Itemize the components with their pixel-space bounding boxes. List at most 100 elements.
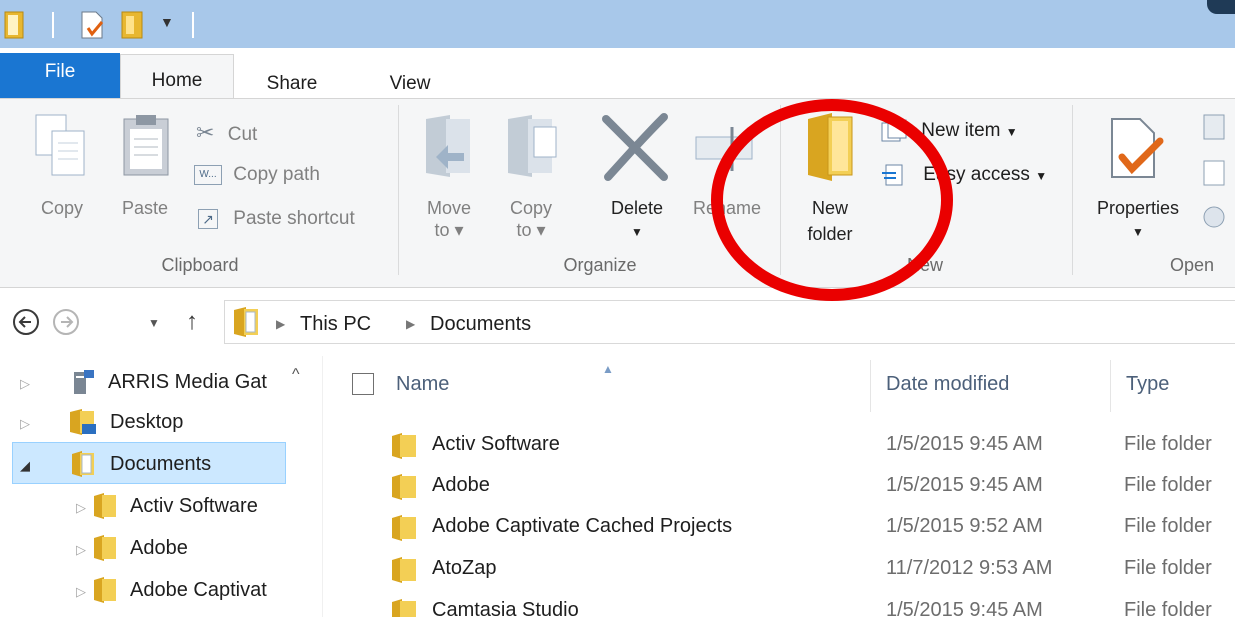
file-name: Adobe Captivate Cached Projects [432, 515, 733, 537]
properties-button[interactable]: Properties ▼ [1078, 109, 1198, 239]
file-type: File folder [1124, 515, 1212, 537]
group-separator [398, 105, 399, 275]
back-icon[interactable] [12, 308, 40, 336]
move-to-button[interactable]: Move to ▾ [414, 109, 484, 240]
documents-location-icon [234, 307, 258, 337]
tab-home[interactable]: Home [120, 54, 234, 100]
cut-label: Cut [227, 124, 258, 145]
paste-button[interactable]: Paste [110, 109, 180, 218]
pane-divider [322, 356, 323, 617]
folder-icon [94, 577, 116, 603]
column-header-name[interactable]: Name [396, 372, 449, 396]
cut-button[interactable]: ✂ Cut [196, 121, 257, 147]
file-type: File folder [1124, 599, 1212, 617]
nav-label: Documents [110, 453, 212, 475]
new-item-label: New item [921, 120, 1001, 142]
open-icons [1203, 114, 1225, 228]
copy-path-label: Copy path [233, 164, 320, 185]
file-type: File folder [1124, 433, 1212, 455]
nav-label: Adobe Captivat [130, 579, 267, 601]
file-date: 11/7/2012 9:53 AM [886, 557, 1053, 579]
properties-quick-icon[interactable] [80, 10, 106, 40]
select-all-checkbox[interactable] [352, 373, 374, 395]
nav-label: Activ Software [130, 495, 258, 517]
tab-view[interactable]: View [370, 58, 450, 98]
file-date: 1/5/2015 9:45 AM [886, 599, 1043, 617]
group-label-organize: Organize [563, 255, 637, 275]
file-row[interactable]: AtoZap 11/7/2012 9:53 AM File folder [388, 552, 1235, 592]
copy-path-icon: W... [194, 164, 222, 185]
properties-icon [1111, 118, 1164, 178]
copy-to-icon [508, 115, 557, 177]
move-to-label-2: to ▾ [434, 220, 464, 240]
breadcrumb-separator-icon: ▶ [406, 317, 416, 331]
file-row[interactable]: Adobe Captivate Cached Projects 1/5/2015… [388, 510, 1235, 550]
expand-arrow-icon[interactable]: ▷ [76, 574, 86, 610]
chevron-down-icon: ▼ [1035, 169, 1048, 184]
explorer-folder-icon[interactable] [4, 10, 26, 40]
file-name: Camtasia Studio [432, 599, 579, 617]
folder-icon [392, 557, 416, 583]
expand-arrow-icon[interactable]: ▷ [76, 490, 86, 526]
breadcrumb-documents[interactable]: Documents [430, 312, 531, 336]
nav-label: Adobe [130, 537, 188, 559]
file-type: File folder [1124, 557, 1212, 579]
collapse-arrow-icon[interactable]: ◢ [20, 448, 30, 484]
column-header-type[interactable]: Type [1126, 372, 1169, 396]
separator [192, 12, 194, 38]
delete-button[interactable]: Delete ▼ [592, 109, 682, 239]
quick-access-toolbar: ▼ [0, 0, 1235, 48]
address-bar[interactable] [224, 300, 1235, 344]
breadcrumb-this-pc[interactable]: This PC [300, 312, 371, 336]
recent-locations-icon[interactable]: ▼ [148, 316, 160, 330]
highlight-circle [711, 99, 953, 301]
move-to-icon [426, 115, 470, 177]
desktop-folder-icon [70, 409, 96, 435]
open-small-icons[interactable] [1200, 111, 1230, 231]
documents-icon [72, 451, 94, 477]
expand-arrow-icon[interactable]: ▷ [20, 366, 30, 402]
file-name: Adobe [432, 474, 490, 496]
nav-label: ARRIS Media Gat [108, 371, 267, 393]
customize-dropdown-icon[interactable]: ▼ [160, 14, 174, 30]
clipboard-icon [123, 115, 169, 176]
file-row[interactable]: Activ Software 1/5/2015 9:45 AM File fol… [388, 428, 1235, 468]
expand-arrow-icon[interactable]: ▷ [20, 406, 30, 442]
separator [52, 12, 54, 38]
tab-file[interactable]: File [0, 53, 120, 98]
shortcut-icon: ↗ [198, 208, 218, 229]
folder-icon [392, 474, 416, 500]
file-name: Activ Software [432, 433, 560, 455]
up-arrow-icon[interactable]: ↑ [186, 308, 198, 336]
window-corner [1207, 0, 1235, 14]
ribbon-tab-row: File Home Share View [0, 48, 1235, 100]
new-folder-quick-icon[interactable] [120, 10, 146, 40]
ribbon: Copy Paste ✂ Cut W... Copy path ↗ Paste … [0, 98, 1235, 288]
paste-shortcut-button[interactable]: ↗ Paste shortcut [198, 207, 355, 231]
copy-to-label: Copy [509, 198, 553, 218]
move-to-label: Move [426, 198, 471, 218]
tab-share[interactable]: Share [242, 58, 342, 98]
forward-icon[interactable] [52, 308, 80, 336]
paste-label: Paste [121, 198, 169, 218]
copy-button[interactable]: Copy [28, 109, 98, 218]
group-separator [1072, 105, 1073, 275]
scroll-up-icon[interactable]: ^ [292, 366, 300, 384]
media-server-icon [74, 370, 94, 394]
paste-shortcut-label: Paste shortcut [233, 208, 355, 229]
file-date: 1/5/2015 9:52 AM [886, 515, 1043, 537]
copy-path-button[interactable]: W... Copy path [194, 163, 320, 187]
delete-label: Delete [610, 198, 664, 218]
file-row[interactable]: Adobe 1/5/2015 9:45 AM File folder [388, 469, 1235, 509]
column-separator[interactable] [870, 360, 871, 412]
column-header-date[interactable]: Date modified [886, 372, 1009, 396]
folder-icon [94, 535, 116, 561]
expand-arrow-icon[interactable]: ▷ [76, 532, 86, 568]
column-separator[interactable] [1110, 360, 1111, 412]
breadcrumb-separator-icon: ▶ [276, 317, 286, 331]
copy-to-button[interactable]: Copy to ▾ [496, 109, 566, 240]
properties-label: Properties [1096, 198, 1180, 218]
file-name: AtoZap [432, 557, 497, 579]
file-date: 1/5/2015 9:45 AM [886, 433, 1043, 455]
file-row[interactable]: Camtasia Studio 1/5/2015 9:45 AM File fo… [388, 594, 1235, 617]
